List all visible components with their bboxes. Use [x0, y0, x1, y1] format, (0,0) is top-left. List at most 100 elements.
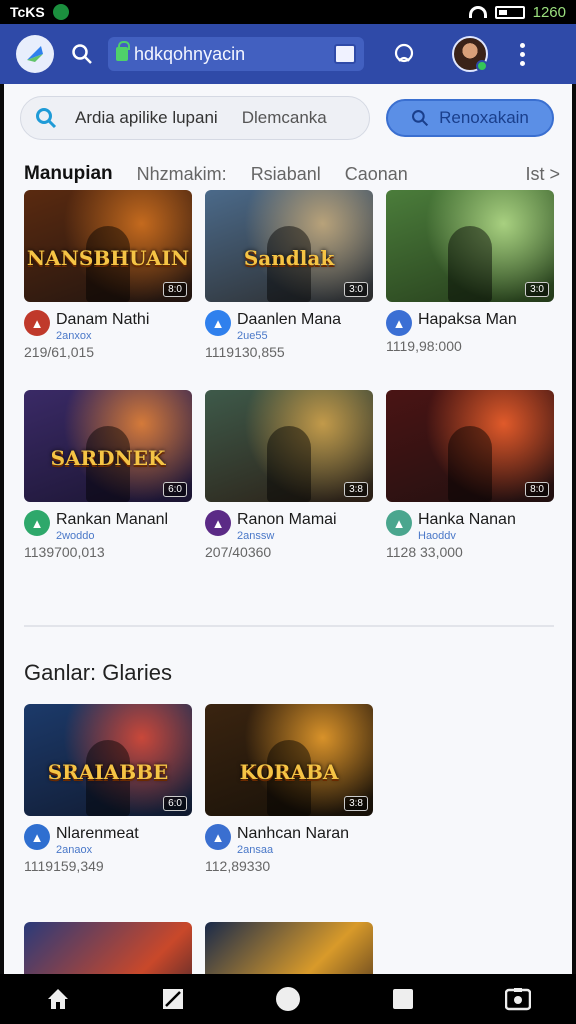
channel-icon[interactable]: ▲ — [205, 824, 231, 850]
channel-badge: 2anxox — [56, 330, 92, 342]
video-card[interactable]: 3:8 ▲ Ranon Mamai 2anssw 207/40360 — [205, 390, 373, 590]
video-text: Nanhcan Naran 2ansaa — [237, 824, 349, 856]
video-thumbnail[interactable]: NANSBHUAIN 8:0 — [24, 190, 192, 302]
thumbnail-figure — [448, 426, 492, 502]
tab-caonan[interactable]: Caonan — [345, 164, 408, 185]
search-row: Ardia apilike lupani Dlemcanka Renoxakai… — [20, 96, 556, 140]
view-count: 1139700,013 — [24, 544, 105, 560]
carrier-label: TcKS — [10, 4, 45, 20]
video-duration: 8:0 — [163, 282, 187, 297]
tab-manupian[interactable]: Manupian — [24, 163, 113, 185]
video-thumbnail[interactable] — [24, 922, 192, 974]
thumbnail-title: KORABA — [239, 760, 339, 784]
thumbnail-title: NANSBHUAIN — [26, 246, 190, 270]
wifi-icon — [468, 6, 487, 18]
avatar[interactable] — [452, 36, 488, 72]
video-text: Hapaksa Man — [418, 310, 517, 336]
channel-icon[interactable]: ▲ — [24, 824, 50, 850]
search-icon — [36, 108, 57, 129]
channel-name[interactable]: Daanlen Mana — [237, 311, 341, 328]
video-thumbnail[interactable]: 8:0 — [386, 390, 554, 502]
channel-icon[interactable]: ▲ — [24, 510, 50, 536]
channel-name[interactable]: Nlarenmeat — [56, 825, 139, 842]
video-thumbnail[interactable] — [205, 922, 373, 974]
video-card[interactable]: 3:0 ▲ Hapaksa Man 1119,98:000 — [386, 190, 554, 390]
search-button-label: Renoxakain — [439, 108, 529, 127]
more-menu-icon[interactable] — [518, 42, 526, 66]
online-status-icon — [476, 60, 488, 72]
category-tabs: Manupian Nhzmakim: Rsiabanl Caonan Ist > — [24, 160, 560, 188]
video-card[interactable]: KORABA 3:8 ▲ Nanhcan Naran 2ansaa 112,89330 — [205, 704, 373, 904]
channel-icon[interactable]: ▲ — [205, 310, 231, 336]
status-bar: TcKS 1260 — [0, 0, 576, 24]
search-input[interactable]: Ardia apilike lupani Dlemcanka — [20, 96, 370, 140]
video-grid-partial — [24, 922, 554, 974]
video-text: Hanka Nanan Haoddv — [418, 510, 516, 542]
channel-icon[interactable]: ▲ — [205, 510, 231, 536]
url-text: hdkqohnyacin — [134, 43, 246, 64]
channel-name[interactable]: Danam Nathi — [56, 311, 149, 328]
section-title: Ganlar: Glaries — [24, 660, 172, 685]
channel-name[interactable]: Ranon Mamai — [237, 511, 337, 528]
recents-icon[interactable] — [383, 979, 423, 1019]
lock-icon — [116, 41, 130, 61]
home-icon[interactable] — [38, 979, 78, 1019]
video-meta: ▲ Hanka Nanan Haoddv — [386, 510, 554, 542]
channel-name[interactable]: Hanka Nanan — [418, 511, 516, 528]
channel-name[interactable]: Rankan Mananl — [56, 511, 168, 528]
video-duration: 3:8 — [344, 796, 368, 811]
video-thumbnail[interactable]: 3:0 — [386, 190, 554, 302]
video-card[interactable]: Sandlak 3:0 ▲ Daanlen Mana 2ue55 1119130,855 — [205, 190, 373, 390]
notification-icon — [52, 4, 69, 20]
thumbnail-figure — [267, 426, 311, 502]
channel-icon[interactable]: ▲ — [386, 510, 412, 536]
section-divider — [24, 625, 554, 627]
channel-icon[interactable]: ▲ — [24, 310, 50, 336]
video-meta: ▲ Hapaksa Man — [386, 310, 554, 336]
battery-icon — [494, 5, 525, 19]
video-card[interactable]: SARDNEK 6:0 ▲ Rankan Mananl 2woddo 1139700,01… — [24, 390, 192, 590]
channel-name[interactable]: Hapaksa Man — [418, 311, 517, 328]
profile-search-icon[interactable] — [390, 40, 418, 68]
tabs-more[interactable]: Ist > — [525, 164, 560, 185]
channel-name[interactable]: Nanhcan Naran — [237, 825, 349, 842]
main-content[interactable]: Ardia apilike lupani Dlemcanka Renoxakai… — [4, 84, 572, 974]
view-count: 112,89330 — [205, 858, 271, 874]
video-meta: ▲ Rankan Mananl 2woddo — [24, 510, 192, 542]
video-card[interactable]: SRAIABBE 6:0 ▲ Nlarenmeat 2anaox 1119159,349 — [24, 704, 192, 904]
home-circle-icon[interactable] — [268, 979, 308, 1019]
video-duration: 6:0 — [163, 796, 187, 811]
video-meta: ▲ Nanhcan Naran 2ansaa — [205, 824, 373, 856]
thumbnail-title: SRAIABBE — [47, 760, 169, 784]
video-meta: ▲ Ranon Mamai 2anssw — [205, 510, 373, 542]
channel-icon[interactable]: ▲ — [386, 310, 412, 336]
search-button[interactable]: Renoxakain — [386, 99, 554, 137]
video-text: Ranon Mamai 2anssw — [237, 510, 337, 542]
channel-badge: 2ue55 — [237, 330, 268, 342]
video-thumbnail[interactable]: SARDNEK 6:0 — [24, 390, 192, 502]
tab-rsiabanl[interactable]: Rsiabanl — [251, 164, 321, 185]
tab-nhzmakim[interactable]: Nhzmakim: — [137, 164, 227, 185]
edit-icon[interactable] — [153, 979, 193, 1019]
video-thumbnail[interactable]: KORABA 3:8 — [205, 704, 373, 816]
video-thumbnail[interactable]: SRAIABBE 6:0 — [24, 704, 192, 816]
screenshot-icon[interactable] — [498, 979, 538, 1019]
search-hint: Dlemcanka — [241, 108, 327, 127]
app-logo-icon[interactable] — [16, 35, 54, 73]
video-duration: 6:0 — [163, 482, 187, 497]
channel-badge: 2woddo — [56, 530, 95, 542]
video-meta: ▲ Nlarenmeat 2anaox — [24, 824, 192, 856]
video-grid: NANSBHUAIN 8:0 ▲ Danam Nathi 2anxox 219/61,01… — [24, 190, 554, 590]
tabs-icon[interactable] — [334, 44, 356, 64]
video-thumbnail[interactable]: Sandlak 3:0 — [205, 190, 373, 302]
video-thumbnail[interactable]: 3:8 — [205, 390, 373, 502]
view-count: 1119159,349 — [24, 858, 104, 874]
thumbnail-figure — [448, 226, 492, 302]
video-meta: ▲ Danam Nathi 2anxox — [24, 310, 192, 342]
video-meta: ▲ Daanlen Mana 2ue55 — [205, 310, 373, 342]
app-header: hdkqohnyacin — [0, 24, 576, 84]
video-card[interactable]: 8:0 ▲ Hanka Nanan Haoddv 1128 33,000 — [386, 390, 554, 590]
video-card[interactable]: NANSBHUAIN 8:0 ▲ Danam Nathi 2anxox 219/61,01… — [24, 190, 192, 390]
search-icon[interactable] — [68, 40, 96, 68]
url-bar[interactable]: hdkqohnyacin — [108, 37, 364, 71]
